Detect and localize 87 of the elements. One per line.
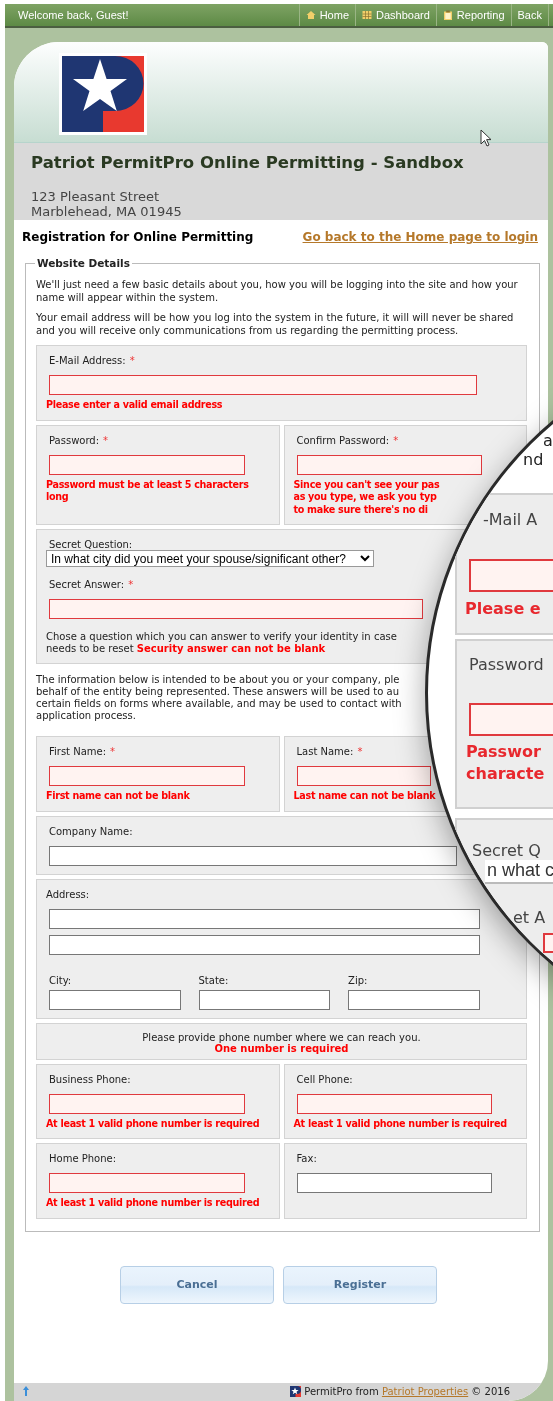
info-paragraph: The information below is intended to be about you or your company, ple behalf of the entity being represented. These answers will be used to au certain fields on forms where available, and may be used to contact with application process.	[36, 674, 403, 722]
magnified-text: nd	[523, 450, 544, 470]
field-label: Cell Phone:	[296, 1073, 353, 1085]
required-mark: *	[393, 434, 399, 446]
field-label: Home Phone:	[49, 1153, 117, 1164]
home-link[interactable]: Go back to the Home page to login	[302, 230, 538, 244]
nav-link[interactable]: Dashboard	[355, 4, 436, 26]
required-mark: *	[103, 434, 109, 446]
required-mark: *	[128, 579, 134, 590]
error-message: Last name can not be blank	[293, 790, 437, 803]
welcome-text: Welcome back, Guest!	[17, 9, 130, 21]
text-field[interactable]	[49, 934, 480, 955]
nav-link[interactable]: Home	[298, 4, 355, 26]
address-line: Marblehead, MA 01945	[31, 204, 182, 219]
logo-icon	[59, 53, 147, 135]
magnified-text: et A	[513, 908, 546, 928]
field-label: Business Phone:	[49, 1073, 131, 1085]
address-line: 123 Pleasant Street	[31, 189, 160, 204]
text-field[interactable]	[49, 599, 423, 619]
field-label: Password:	[49, 434, 100, 446]
text-field[interactable]	[296, 766, 431, 786]
text-field[interactable]	[49, 766, 245, 786]
help-text: Please provide phone number where we can reach you.	[141, 1031, 422, 1043]
error-message: Since you can't see your pas as you type, we ask you typ to make sure there's no di	[293, 478, 441, 516]
clipboard-icon	[442, 9, 453, 21]
text-field[interactable]	[49, 375, 477, 395]
required-mark: *	[357, 746, 363, 757]
text-field[interactable]	[49, 908, 480, 929]
error-message: Please enter a valid email address	[46, 399, 224, 412]
text-field[interactable]	[49, 1093, 245, 1114]
up-arrow-icon	[22, 1385, 30, 1397]
required-mark: *	[129, 355, 135, 366]
text-field[interactable]	[49, 454, 245, 475]
field-label: Last Name:	[296, 746, 354, 757]
text-field[interactable]	[296, 454, 482, 475]
cursor-icon	[480, 129, 492, 147]
magnified-text: Password	[469, 655, 544, 675]
magnified-text: Passwor	[466, 742, 541, 762]
field-label: Zip:	[348, 974, 368, 986]
form-button[interactable]: Register	[283, 1265, 437, 1304]
field-label: State:	[198, 974, 229, 986]
site-title: Patriot PermitPro Online Permitting - Sandbox	[31, 152, 465, 172]
help-text: Chose a question which you can answer to verify your identity in case	[46, 631, 397, 642]
field-label: Address:	[46, 888, 90, 900]
field-label: First Name:	[49, 746, 107, 757]
nav-link[interactable]: Back	[510, 4, 549, 26]
field-label: Confirm Password:	[296, 434, 390, 446]
field-label: Secret Answer:	[49, 579, 125, 590]
magnified-text: characte	[466, 764, 545, 784]
field-label: Secret Question:	[49, 539, 133, 550]
error-message: At least 1 valid phone number is required	[46, 1197, 261, 1210]
text-field[interactable]	[49, 1173, 245, 1193]
error-message: At least 1 valid phone number is required	[293, 1117, 508, 1130]
text-field[interactable]	[296, 1093, 493, 1114]
field-label: E-Mail Address:	[49, 355, 126, 366]
help-text: needs to be reset	[46, 643, 134, 654]
error-message: First name can not be blank	[46, 790, 191, 803]
info-paragraph: Your email address will be how you log into the system in the future, it will will never be shared and you will receive only communications from us regarding the permitting process.	[36, 312, 515, 337]
error-message: Password must be at least 5 characters long	[46, 478, 250, 504]
nav-link[interactable]: Reporting	[435, 4, 511, 26]
question-dropdown[interactable]: In what city did you meet your spouse/significant other?	[46, 550, 374, 567]
magnified-text: n what c	[485, 860, 553, 884]
field-label: City:	[49, 974, 72, 986]
group-legend: Website Details	[35, 257, 132, 269]
field-label: Company Name:	[49, 825, 133, 837]
home-icon	[305, 10, 316, 20]
error-message: Security answer can not be blank	[136, 643, 326, 654]
magnified-text: Please e	[465, 599, 541, 619]
info-paragraph: We'll just need a few basic details about you, how you will be logging into the site and how your name will appear within the system.	[36, 279, 519, 304]
field-label: Fax:	[296, 1153, 317, 1164]
magnified-text: Secret Q	[472, 841, 541, 861]
error-message: One number is required	[214, 1042, 350, 1054]
magnified-text: a	[543, 431, 553, 451]
magnified-text: -Mail A	[483, 510, 538, 530]
form-button[interactable]: Cancel	[120, 1265, 274, 1304]
text-field[interactable]	[296, 1173, 493, 1193]
logo-icon	[290, 1385, 302, 1397]
company-link[interactable]: Patriot Properties	[381, 1385, 469, 1397]
page-heading: Registration for Online Permitting	[22, 230, 254, 244]
footer-text: PermitPro from Patriot Properties © 2016	[304, 1385, 510, 1397]
text-field[interactable]	[348, 989, 480, 1010]
error-message: At least 1 valid phone number is required	[46, 1117, 261, 1130]
text-field[interactable]	[49, 845, 457, 866]
text-field[interactable]	[49, 989, 181, 1010]
text-field[interactable]	[198, 989, 331, 1010]
required-mark: *	[110, 746, 116, 757]
grid-icon	[362, 10, 372, 20]
